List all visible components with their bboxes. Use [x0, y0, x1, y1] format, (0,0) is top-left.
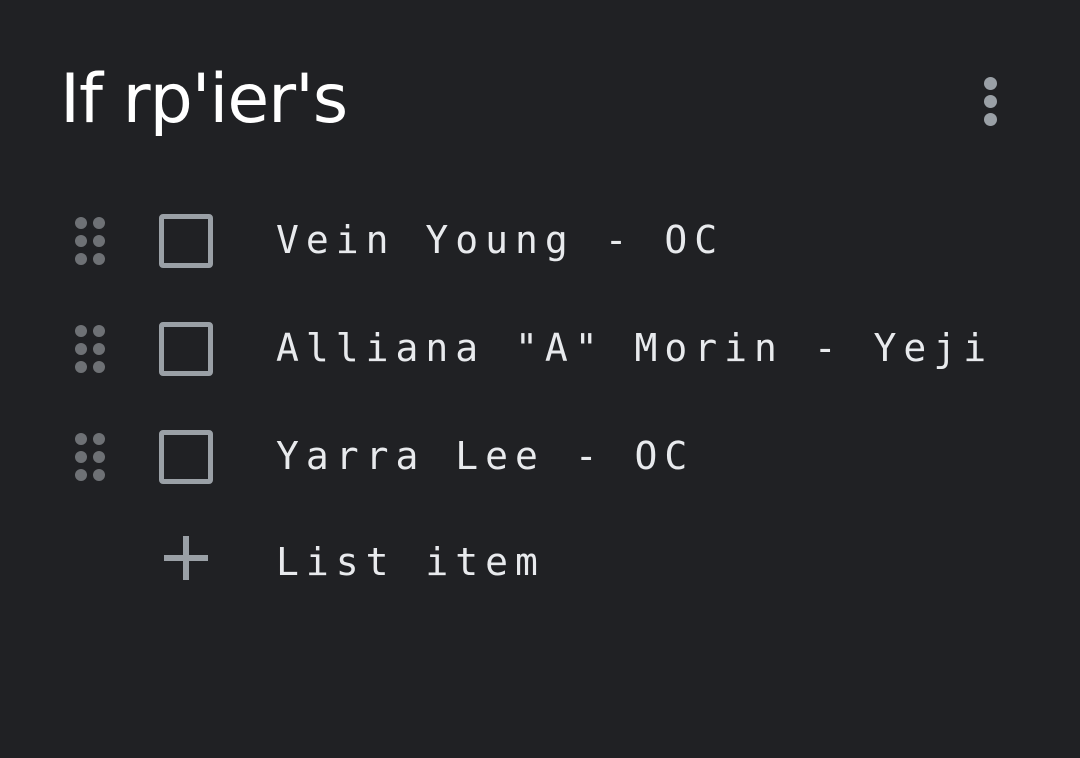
more-vert-icon-dot — [984, 95, 997, 108]
add-list-item-label: List item — [276, 540, 545, 584]
checkbox[interactable] — [159, 430, 213, 484]
note-editor: If rp'ier's Vein Young - OC Alliana "A" — [0, 0, 1080, 758]
list-item: Vein Young - OC — [0, 190, 1080, 290]
list-item: Alliana "A" Morin - Yeji — [0, 298, 1080, 398]
more-options-button[interactable] — [966, 70, 1014, 134]
more-vert-icon-dot — [984, 77, 997, 90]
checkbox[interactable] — [159, 322, 213, 376]
add-list-item-button[interactable]: List item — [0, 520, 1080, 610]
drag-handle-icon[interactable] — [72, 322, 108, 376]
note-title[interactable]: If rp'ier's — [60, 58, 348, 142]
list-item-text[interactable]: Alliana "A" Morin - Yeji — [276, 318, 993, 378]
more-vert-icon-dot — [984, 113, 997, 126]
list-item-text[interactable]: Vein Young - OC — [276, 210, 724, 270]
checkbox[interactable] — [159, 214, 213, 268]
drag-handle-icon[interactable] — [72, 430, 108, 484]
list-item: Yarra Lee - OC — [0, 406, 1080, 506]
plus-icon — [164, 536, 208, 580]
drag-handle-icon[interactable] — [72, 214, 108, 268]
list-item-text[interactable]: Yarra Lee - OC — [276, 426, 694, 486]
